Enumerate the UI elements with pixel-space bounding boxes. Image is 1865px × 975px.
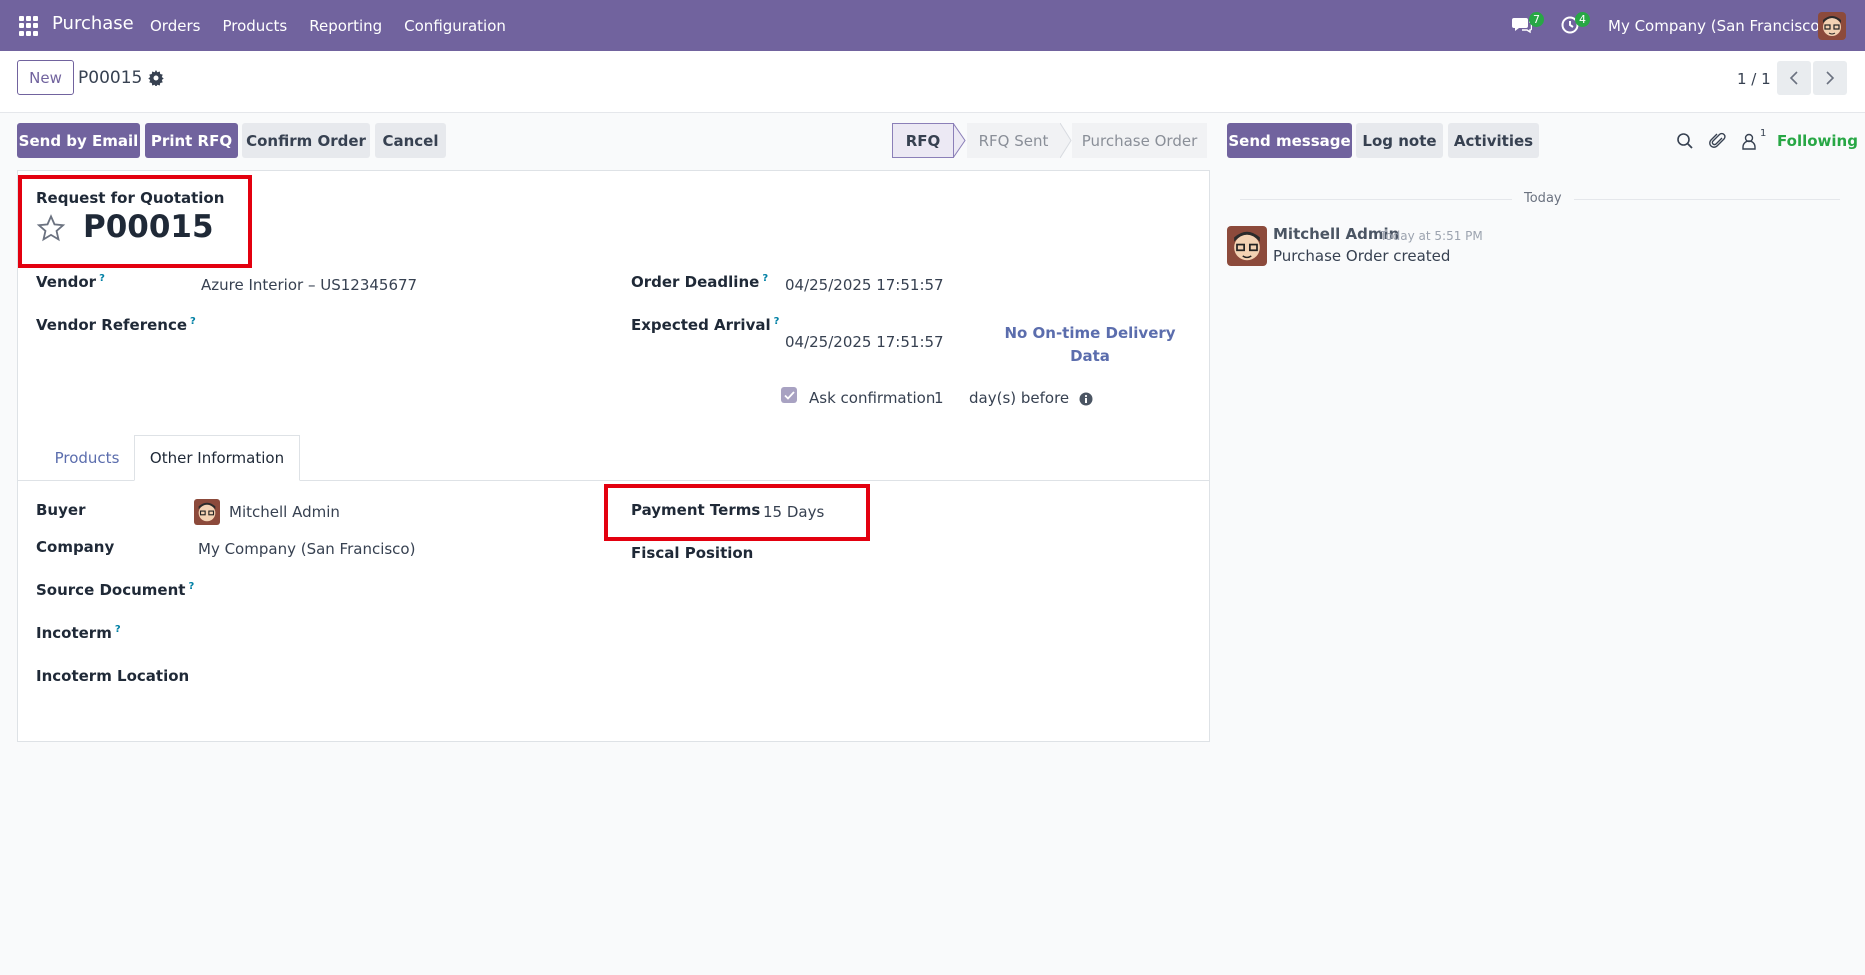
tab-other-information[interactable]: Other Information: [134, 435, 300, 481]
user-avatar[interactable]: [1818, 12, 1846, 40]
breadcrumb-record: P00015: [78, 68, 143, 88]
menu-reporting[interactable]: Reporting: [309, 17, 382, 35]
expected-arrival-help[interactable]: ?: [774, 316, 780, 327]
notebook-tabs: Products Other Information: [17, 435, 1210, 481]
followers-count: 1: [1760, 128, 1767, 139]
company-field[interactable]: My Company (San Francisco): [198, 540, 415, 558]
search-icon[interactable]: [1676, 132, 1694, 150]
stage-purchase-order[interactable]: Purchase Order: [1072, 123, 1207, 158]
ask-confirmation-days[interactable]: 1: [934, 389, 944, 407]
log-note-button[interactable]: Log note: [1356, 123, 1443, 158]
ask-confirmation-label: Ask confirmation: [809, 389, 936, 407]
activities-button[interactable]: Activities: [1448, 123, 1539, 158]
send-message-button[interactable]: Send message: [1227, 123, 1352, 158]
control-panel: New P00015 1 / 1: [0, 51, 1865, 113]
vendor-reference-help[interactable]: ?: [190, 316, 196, 327]
menu-configuration[interactable]: Configuration: [404, 17, 506, 35]
message-body: Purchase Order created: [1273, 247, 1451, 265]
new-button[interactable]: New: [17, 60, 74, 95]
stage-rfq-sent[interactable]: RFQ Sent: [967, 123, 1060, 158]
chevron-right-icon: [1826, 71, 1835, 85]
date-separator-label: Today: [1512, 191, 1574, 206]
print-rfq-button[interactable]: Print RFQ: [145, 123, 238, 158]
top-navbar: Purchase Orders Products Reporting Confi…: [0, 0, 1865, 51]
days-before-label: day(s) before: [969, 389, 1070, 407]
company-switcher[interactable]: My Company (San Francisco): [1608, 17, 1825, 35]
buyer-field[interactable]: Mitchell Admin: [229, 503, 340, 521]
expected-arrival-field[interactable]: 04/25/2025 17:51:57: [785, 333, 944, 351]
incoterm-label: Incoterm?: [36, 624, 121, 642]
source-document-label: Source Document?: [36, 581, 195, 599]
main-menu: Orders Products Reporting Configuration: [150, 17, 528, 35]
order-deadline-label: Order Deadline?: [631, 273, 769, 291]
tab-products[interactable]: Products: [37, 435, 137, 481]
buyer-label: Buyer: [36, 501, 86, 519]
vendor-field[interactable]: Azure Interior – US12345677: [201, 276, 417, 294]
message-time: Today at 5:51 PM: [1380, 229, 1483, 243]
vendor-reference-input[interactable]: [201, 314, 581, 338]
following-button[interactable]: Following: [1777, 132, 1858, 150]
vendor-label: Vendor?: [36, 273, 105, 291]
confirm-order-button[interactable]: Confirm Order: [242, 123, 370, 158]
incoterm-location-label: Incoterm Location: [36, 667, 190, 685]
followers-icon[interactable]: [1740, 132, 1758, 150]
apps-grid-icon[interactable]: [19, 16, 39, 36]
gear-icon[interactable]: [148, 70, 164, 86]
status-bar: RFQ RFQ Sent Purchase Order: [892, 123, 1207, 158]
expected-arrival-label: Expected Arrival?: [631, 316, 780, 334]
pager-next-button[interactable]: [1813, 61, 1847, 95]
highlight-box-title: [18, 175, 252, 268]
app-brand[interactable]: Purchase: [52, 13, 134, 34]
ontime-delivery-line1: No On-time Delivery: [1004, 324, 1176, 342]
checkmark-icon: [783, 390, 795, 400]
ask-confirmation-checkbox[interactable]: [781, 387, 797, 403]
incoterm-help[interactable]: ?: [115, 624, 121, 635]
info-icon[interactable]: [1079, 392, 1093, 406]
fiscal-position-label: Fiscal Position: [631, 544, 754, 562]
cancel-button[interactable]: Cancel: [375, 123, 446, 158]
order-deadline-field[interactable]: 04/25/2025 17:51:57: [785, 276, 944, 294]
buyer-avatar: [194, 499, 220, 525]
company-label: Company: [36, 538, 115, 556]
messages-badge: 7: [1529, 12, 1544, 27]
order-deadline-help[interactable]: ?: [762, 273, 768, 284]
menu-orders[interactable]: Orders: [150, 17, 200, 35]
stage-arrow-icon: [953, 123, 966, 158]
ontime-delivery-line2: Data: [1070, 347, 1110, 365]
ontime-delivery-button[interactable]: No On-time Delivery Data: [1000, 322, 1180, 368]
chevron-left-icon: [1789, 71, 1798, 85]
send-by-email-button[interactable]: Send by Email: [17, 123, 140, 158]
activities-badge: 4: [1575, 12, 1590, 27]
stage-arrow-icon: [1060, 123, 1072, 158]
author-avatar[interactable]: [1227, 226, 1267, 266]
highlight-box-payment-terms: [604, 484, 870, 541]
source-document-help[interactable]: ?: [188, 581, 194, 592]
vendor-reference-label: Vendor Reference?: [36, 316, 196, 334]
paperclip-icon[interactable]: [1709, 132, 1727, 150]
pager-value[interactable]: 1 / 1: [1737, 70, 1771, 88]
vendor-help[interactable]: ?: [99, 273, 105, 284]
menu-products[interactable]: Products: [222, 17, 287, 35]
stage-rfq[interactable]: RFQ: [892, 123, 954, 158]
pager-previous-button[interactable]: [1777, 61, 1811, 95]
